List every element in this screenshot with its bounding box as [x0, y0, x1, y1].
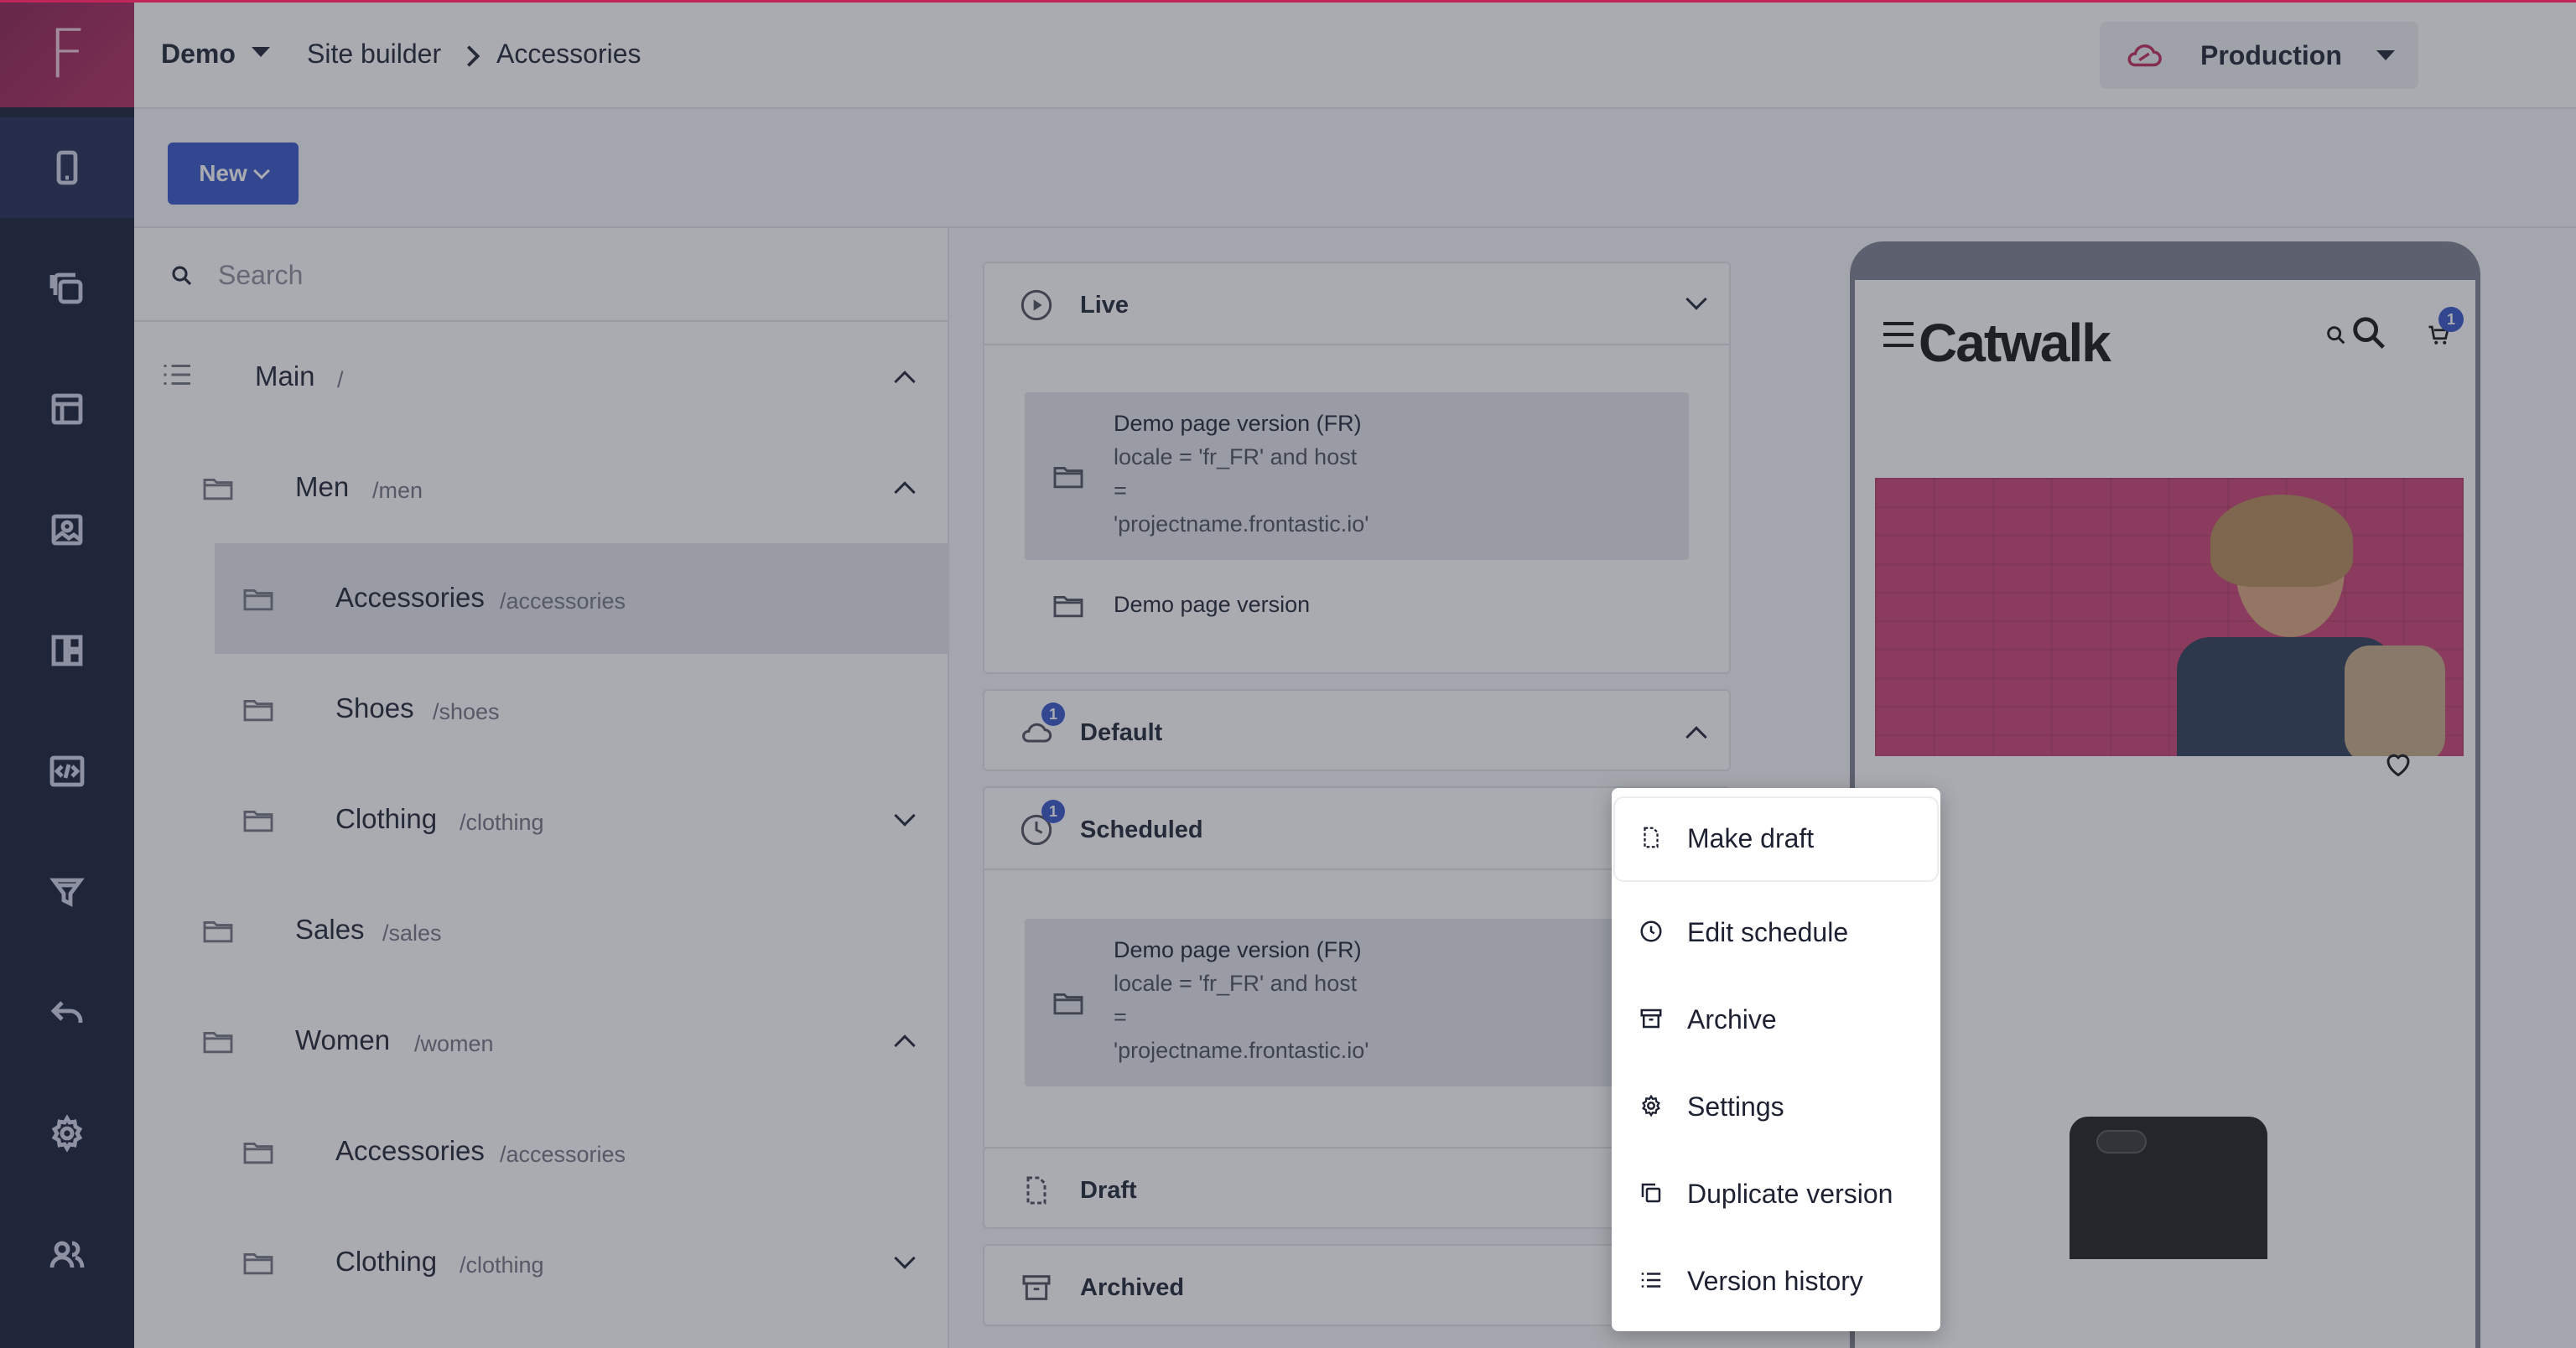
- menu-item-label: Archive: [1687, 1004, 1777, 1034]
- menu-item-label: Duplicate version: [1687, 1179, 1893, 1209]
- menu-item-label: Edit schedule: [1687, 917, 1849, 947]
- menu-item-label: Settings: [1687, 1091, 1784, 1122]
- menu-item-make-draft[interactable]: Make draft: [1615, 798, 1937, 880]
- menu-item-archive[interactable]: Archive: [1612, 976, 1940, 1063]
- version-context-menu: Make draft Edit schedule Archive Setting…: [1612, 788, 1940, 1331]
- menu-item-edit-schedule[interactable]: Edit schedule: [1612, 889, 1940, 976]
- duplicate-icon: [1641, 1183, 1661, 1203]
- menu-item-duplicate-version[interactable]: Duplicate version: [1612, 1150, 1940, 1237]
- archive-icon: [1640, 1008, 1662, 1029]
- menu-item-settings[interactable]: Settings: [1612, 1063, 1940, 1150]
- menu-item-label: Make draft: [1687, 823, 1815, 853]
- gear-icon: [1642, 1094, 1660, 1117]
- clock-icon: [1640, 920, 1662, 942]
- list-icon: [1641, 1273, 1661, 1288]
- draft-file-icon: [1644, 827, 1659, 848]
- top-accent-line: [0, 0, 2576, 3]
- menu-item-version-history[interactable]: Version history: [1612, 1237, 1940, 1325]
- modal-backdrop[interactable]: [0, 0, 2576, 1348]
- menu-item-label: Version history: [1687, 1266, 1863, 1296]
